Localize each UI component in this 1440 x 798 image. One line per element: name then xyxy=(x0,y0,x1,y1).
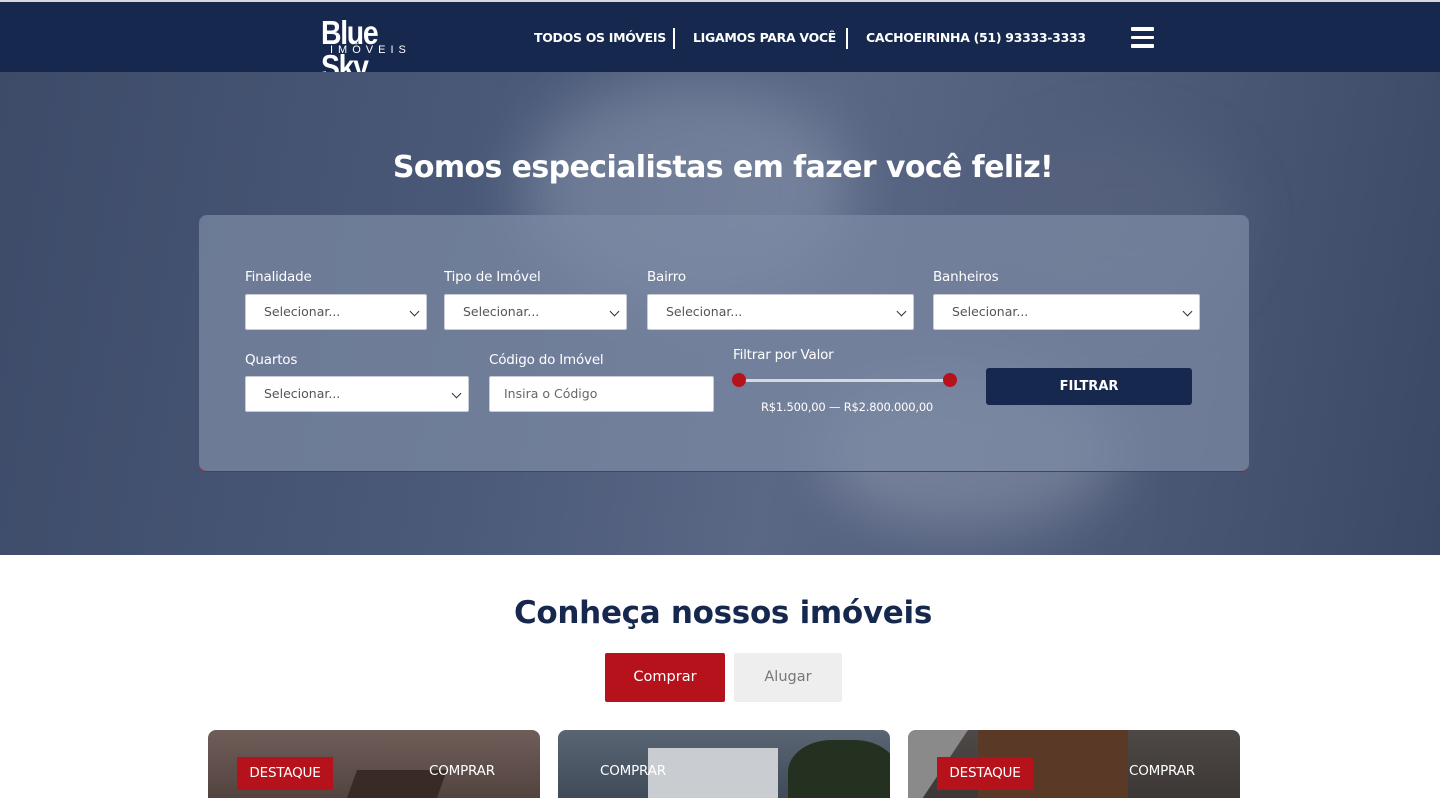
bairro-label: Bairro xyxy=(647,269,686,285)
price-min-handle[interactable] xyxy=(732,373,746,387)
finalidade-value: Selecionar... xyxy=(264,304,341,319)
logo[interactable]: Blue Sky IMÓVEIS xyxy=(318,14,442,84)
listing-type-label: COMPRAR xyxy=(600,763,666,779)
properties-title: Conheça nossos imóveis xyxy=(513,595,933,631)
tab-comprar[interactable]: Comprar xyxy=(605,653,725,702)
price-range-slider[interactable] xyxy=(739,379,950,382)
featured-badge: DESTAQUE xyxy=(237,757,333,790)
property-image xyxy=(788,740,890,798)
chevron-down-icon xyxy=(409,306,420,317)
hero-title: Somos especialistas em fazer você feliz! xyxy=(392,150,1054,185)
listing-type-label: COMPRAR xyxy=(1129,763,1195,779)
page: Blue Sky IMÓVEIS TODOS OS IMÓVEIS LIGAMO… xyxy=(0,0,1440,798)
search-panel xyxy=(199,215,1249,472)
property-card[interactable]: DESTAQUE COMPRAR xyxy=(208,730,540,798)
price-range-text: R$1.500,00 — R$2.800.000,00 xyxy=(761,400,934,414)
bairro-select[interactable]: Selecionar... xyxy=(647,294,914,330)
quartos-label: Quartos xyxy=(245,352,298,368)
property-card[interactable]: DESTAQUE COMPRAR xyxy=(908,730,1240,798)
nav-divider xyxy=(846,28,848,49)
filter-button[interactable]: FILTRAR xyxy=(986,368,1192,405)
property-image xyxy=(648,748,778,798)
site-header: Blue Sky IMÓVEIS TODOS OS IMÓVEIS LIGAMO… xyxy=(0,0,1440,84)
chevron-down-icon xyxy=(609,306,620,317)
codigo-input[interactable]: Insira o Código xyxy=(489,376,714,412)
chevron-down-icon xyxy=(451,388,462,399)
logo-subtext: IMÓVEIS xyxy=(330,44,411,56)
banheiros-label: Banheiros xyxy=(933,269,999,285)
codigo-label: Código do Imóvel xyxy=(489,352,604,368)
nav-phone[interactable]: CACHOEIRINHA (51) 93333-3333 xyxy=(866,28,1086,48)
tipo-select[interactable]: Selecionar... xyxy=(444,294,627,330)
chevron-down-icon xyxy=(896,306,907,317)
bairro-value: Selecionar... xyxy=(666,304,743,319)
quartos-value: Selecionar... xyxy=(264,386,341,401)
quartos-select[interactable]: Selecionar... xyxy=(245,376,469,412)
tab-alugar[interactable]: Alugar xyxy=(734,653,842,702)
menu-icon[interactable] xyxy=(1131,27,1154,50)
finalidade-label: Finalidade xyxy=(245,269,312,285)
banheiros-select[interactable]: Selecionar... xyxy=(933,294,1200,330)
finalidade-select[interactable]: Selecionar... xyxy=(245,294,427,330)
nav-divider xyxy=(673,28,675,49)
nav-call-you[interactable]: LIGAMOS PARA VOCÊ xyxy=(693,28,836,48)
tipo-label: Tipo de Imóvel xyxy=(444,269,541,285)
listing-type-label: COMPRAR xyxy=(429,763,495,779)
property-card[interactable]: COMPRAR xyxy=(558,730,890,798)
nav-all-properties[interactable]: TODOS OS IMÓVEIS xyxy=(534,28,666,48)
chevron-down-icon xyxy=(1182,306,1193,317)
price-max-handle[interactable] xyxy=(943,373,957,387)
valor-label: Filtrar por Valor xyxy=(733,347,834,363)
banheiros-value: Selecionar... xyxy=(952,304,1029,319)
tipo-value: Selecionar... xyxy=(463,304,540,319)
featured-badge: DESTAQUE xyxy=(937,757,1033,790)
